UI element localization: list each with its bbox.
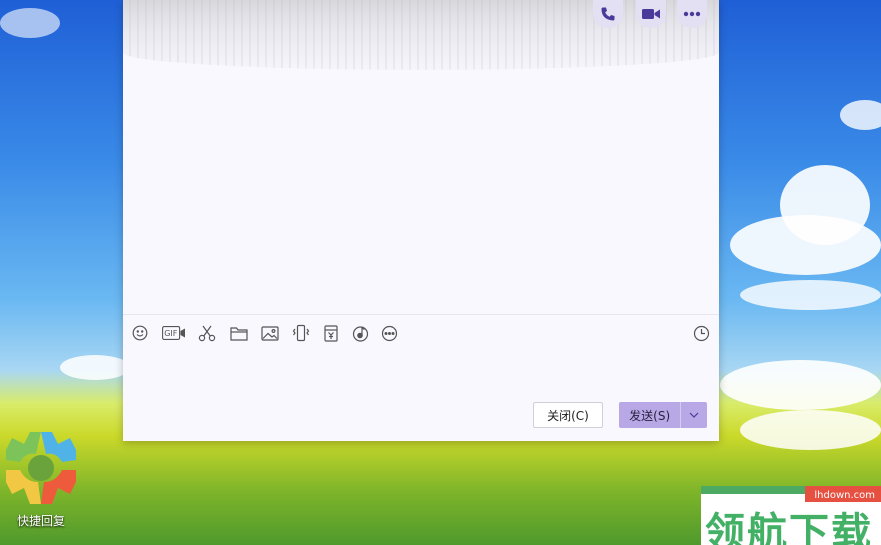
send-button-group: 发送(S) [619,402,707,428]
more-button[interactable] [677,0,707,28]
phone-call-button[interactable] [593,0,623,28]
emoji-button[interactable] [130,323,150,343]
more-icon [683,11,701,17]
quick-reply-icon [6,432,76,504]
watermark-text: 领航下载 [705,510,873,545]
scissors-icon [198,325,216,342]
chat-header [123,0,719,70]
more-tools-button[interactable] [379,323,399,343]
music-icon [352,325,368,342]
send-options-button[interactable] [680,402,707,428]
video-call-button[interactable] [636,0,666,28]
folder-icon [230,326,248,341]
desktop-shortcut-label: 快捷回复 [16,514,65,528]
site-watermark: lhdown.com 领航下载 [701,486,881,545]
header-background [123,0,719,70]
music-button[interactable] [350,323,370,343]
message-input[interactable] [123,350,719,394]
phone-icon [601,7,615,21]
message-history-button[interactable] [691,323,711,343]
chevron-down-icon [689,412,699,418]
red-packet-icon [324,324,338,342]
message-area[interactable] [123,70,719,314]
image-icon [261,325,279,341]
chat-window: GIF 关闭(C) 发送(S) [123,0,719,441]
shake-icon [292,324,310,342]
history-clock-icon [693,325,709,341]
send-file-button[interactable] [229,323,249,343]
gif-icon: GIF [162,326,185,340]
desktop-shortcut-quick-reply[interactable]: 快捷回复 [4,430,78,530]
input-toolbar: GIF [123,314,719,351]
video-call-icon [642,9,660,19]
gif-button[interactable]: GIF [161,323,187,343]
more-tools-icon [381,325,397,341]
send-button[interactable]: 发送(S) [619,402,680,428]
svg-text:GIF: GIF [164,329,178,338]
close-button-label: 关闭(C) [547,408,589,423]
close-button[interactable]: 关闭(C) [533,402,603,428]
screenshot-button[interactable] [197,323,217,343]
emoji-icon [132,325,148,341]
shake-window-button[interactable] [291,323,311,343]
send-image-button[interactable] [260,323,280,343]
red-packet-button[interactable] [321,323,341,343]
send-button-label: 发送(S) [629,408,671,423]
